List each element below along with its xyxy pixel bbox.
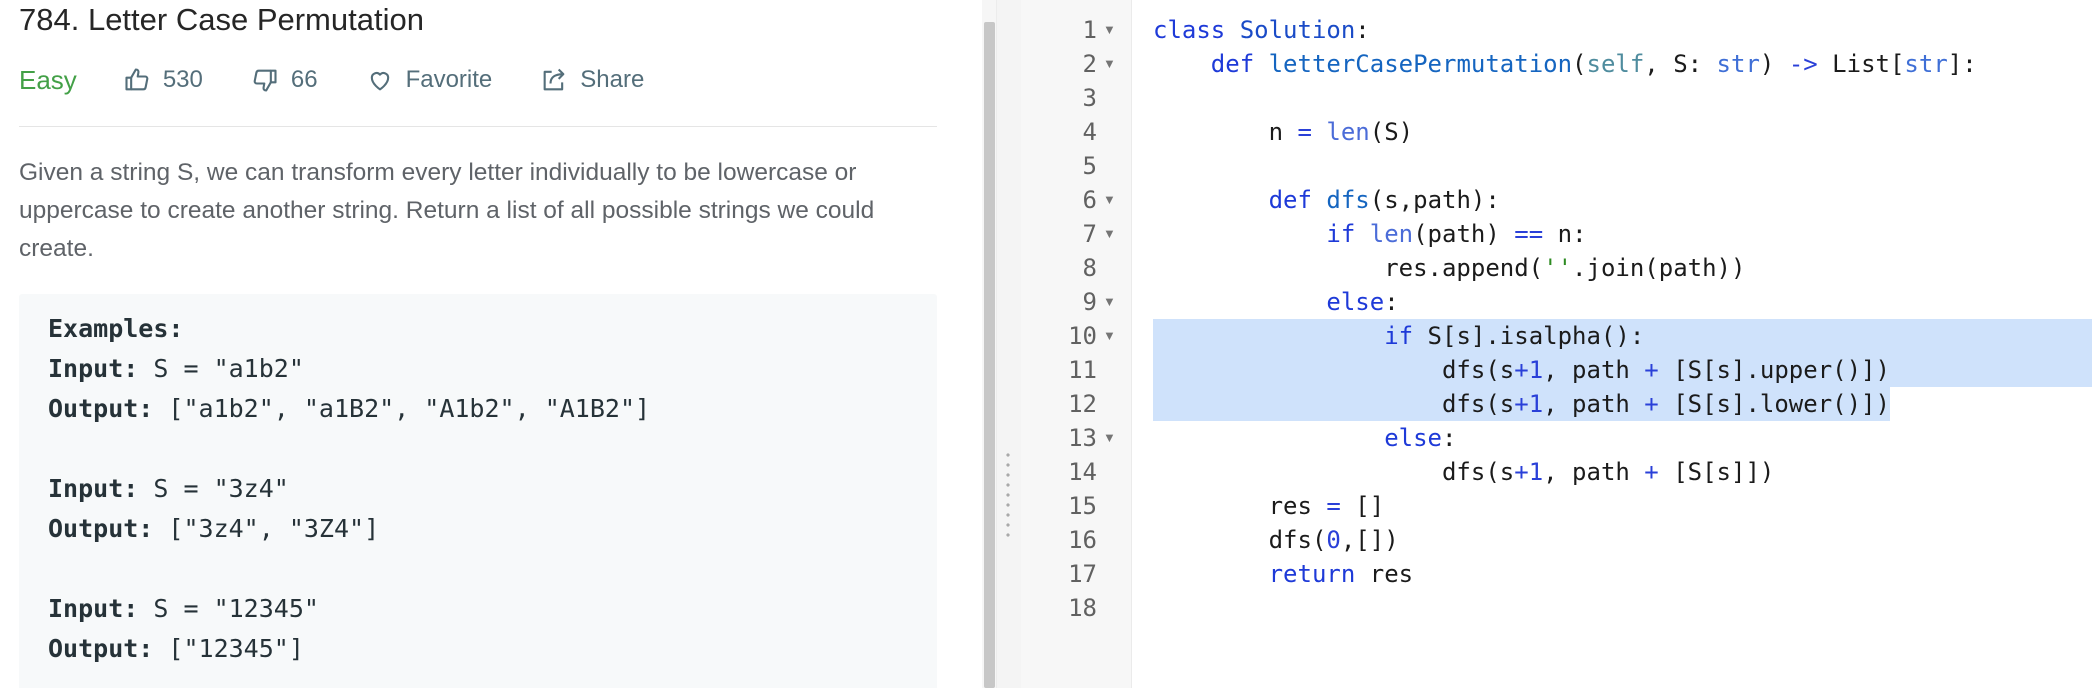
- code-line[interactable]: dfs(s+1, path + [S[s].lower()]): [1153, 387, 1890, 421]
- line-number: 7: [1082, 220, 1097, 248]
- code-line[interactable]: n = len(S): [1153, 115, 1414, 149]
- code-line[interactable]: else:: [1153, 421, 1456, 455]
- heart-icon: [370, 72, 389, 91]
- dislike-count: 66: [290, 66, 318, 93]
- code-line[interactable]: def letterCasePermutation(self, S: str) …: [1153, 47, 1977, 81]
- examples-heading: Examples:: [48, 314, 184, 343]
- example-3-output: Output: ["12345"]: [48, 634, 304, 663]
- share-button[interactable]: Share: [540, 66, 644, 94]
- example-1-output: Output: ["a1b2", "a1B2", "A1b2", "A1B2"]: [48, 394, 651, 423]
- line-number: 10: [1068, 322, 1097, 350]
- problem-meta-bar: Easy 530 66 Favorite Share: [19, 62, 692, 98]
- like-button[interactable]: 530: [123, 66, 203, 94]
- line-number: 5: [1082, 152, 1097, 180]
- example-3-input: Input: S = "12345": [48, 594, 319, 623]
- problem-title: 784. Letter Case Permutation: [19, 2, 424, 37]
- fold-arrow-icon[interactable]: ▼: [1103, 421, 1116, 455]
- fold-arrow-icon[interactable]: ▼: [1103, 285, 1116, 319]
- line-number: 9: [1082, 288, 1097, 316]
- line-number: 3: [1082, 84, 1097, 112]
- share-label: Share: [580, 66, 645, 93]
- code-line[interactable]: def dfs(s,path):: [1153, 183, 1500, 217]
- line-number: 17: [1068, 560, 1097, 588]
- divider: [19, 126, 937, 127]
- examples-block: Examples: Input: S = "a1b2" Output: ["a1…: [19, 294, 937, 688]
- code-line[interactable]: if len(path) == n:: [1153, 217, 1586, 251]
- code-line[interactable]: if S[s].isalpha():: [1153, 319, 1644, 353]
- line-number: 16: [1068, 526, 1097, 554]
- like-count: 530: [162, 66, 203, 93]
- code-line[interactable]: dfs(s+1, path + [S[s].upper()]): [1153, 353, 1890, 387]
- fold-arrow-icon[interactable]: ▼: [1103, 13, 1116, 47]
- line-number: 12: [1068, 390, 1097, 418]
- description-scrollbar-thumb[interactable]: [984, 22, 995, 688]
- code-line[interactable]: return res: [1153, 557, 1414, 591]
- favorite-label: Favorite: [405, 66, 493, 93]
- thumbs-up-icon: [125, 68, 149, 91]
- fold-arrow-icon[interactable]: ▼: [1103, 217, 1116, 251]
- example-1-input: Input: S = "a1b2": [48, 354, 304, 383]
- code-line[interactable]: else:: [1153, 285, 1398, 319]
- example-2-output: Output: ["3z4", "3Z4"]: [48, 514, 380, 543]
- line-number: 11: [1068, 356, 1097, 384]
- line-number: 18: [1068, 594, 1097, 622]
- problem-description: Given a string S, we can transform every…: [19, 159, 875, 262]
- code-line[interactable]: dfs(s+1, path + [S[s]]): [1153, 455, 1774, 489]
- fold-arrow-icon[interactable]: ▼: [1103, 47, 1116, 81]
- line-number: 2: [1082, 50, 1097, 78]
- dislike-button[interactable]: 66: [251, 66, 318, 94]
- line-number: 1: [1082, 16, 1097, 44]
- fold-arrow-icon[interactable]: ▼: [1103, 319, 1116, 353]
- code-line[interactable]: dfs(0,[]): [1153, 523, 1399, 557]
- problem-panel: 784. Letter Case Permutation Easy 530 66…: [0, 0, 982, 688]
- favorite-button[interactable]: Favorite: [366, 66, 493, 94]
- code-editor[interactable]: 1 ▼ 2 ▼ 3 4 5 6 ▼ 7 ▼ 8 9 ▼ 10 ▼ 11 12 13 ▼ 14 15 16 17 18 class…: [1021, 0, 2092, 688]
- line-number: 15: [1068, 492, 1097, 520]
- thumbs-down-icon: [253, 69, 277, 92]
- line-number: 8: [1082, 254, 1097, 282]
- code-line[interactable]: res.append(''.join(path)): [1153, 251, 1745, 285]
- difficulty-badge: Easy: [19, 64, 77, 95]
- line-number: 6: [1082, 186, 1097, 214]
- fold-arrow-icon[interactable]: ▼: [1103, 183, 1116, 217]
- line-number: 13: [1068, 424, 1097, 452]
- example-2-input: Input: S = "3z4": [48, 474, 289, 503]
- line-number: 14: [1068, 458, 1097, 486]
- line-number-gutter: 1 ▼ 2 ▼ 3 4 5 6 ▼ 7 ▼ 8 9 ▼ 10 ▼ 11 12 13 ▼ 14 15 16 17 18: [1021, 0, 1132, 688]
- line-number: 4: [1082, 118, 1097, 146]
- share-icon: [543, 68, 565, 91]
- code-line[interactable]: res = []: [1153, 489, 1385, 523]
- code-line[interactable]: class Solution:: [1153, 13, 1370, 47]
- pane-splitter[interactable]: [996, 0, 1022, 688]
- splitter-grip-handle[interactable]: [1006, 450, 1010, 540]
